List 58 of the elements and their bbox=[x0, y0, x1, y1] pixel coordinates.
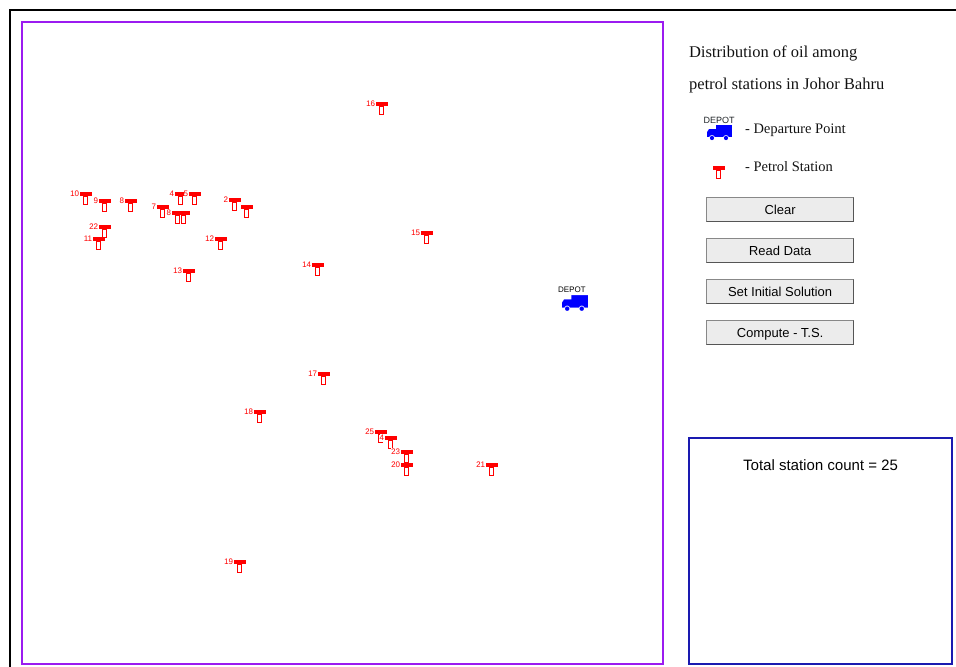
petrol-pump-icon bbox=[254, 410, 266, 423]
station-label: 5 bbox=[184, 190, 189, 198]
truck-icon bbox=[706, 125, 732, 141]
station-label: 20 bbox=[391, 461, 401, 469]
petrol-pump-icon bbox=[385, 436, 397, 449]
station-label: 11 bbox=[84, 235, 93, 243]
panel-title: Distribution of oil among petrol stations in Johor Bahru bbox=[689, 41, 886, 95]
petrol-pump-icon bbox=[99, 225, 111, 238]
action-button[interactable]: Clear bbox=[706, 196, 854, 222]
petrol-pump-icon bbox=[234, 560, 246, 573]
truck-icon bbox=[562, 295, 588, 312]
station-label: 18 bbox=[244, 408, 254, 416]
petrol-pump-icon bbox=[93, 237, 105, 250]
station-label: 4 bbox=[380, 434, 385, 442]
action-button[interactable]: Read Data bbox=[706, 238, 854, 263]
petrol-pump-icon bbox=[421, 231, 433, 244]
petrol-pump-icon bbox=[229, 198, 241, 211]
station-label: 9 bbox=[94, 197, 99, 205]
station-label: 7 bbox=[152, 203, 157, 211]
petrol-pump-icon bbox=[189, 192, 201, 205]
result-text: Total station count = 25 bbox=[743, 457, 898, 474]
station-label: 8 bbox=[166, 209, 172, 217]
station-label: 17 bbox=[308, 370, 318, 378]
petrol-pump-icon bbox=[401, 450, 413, 463]
station-label: 8 bbox=[120, 197, 125, 205]
station-label: 23 bbox=[391, 448, 401, 456]
depot-label: DEPOT bbox=[558, 286, 586, 294]
station-label: 21 bbox=[476, 461, 486, 469]
station-label: 16 bbox=[366, 100, 376, 108]
petrol-pump-icon bbox=[312, 263, 324, 276]
legend-text: - Petrol Station bbox=[745, 158, 833, 177]
petrol-pump-icon bbox=[376, 102, 388, 115]
petrol-pump-icon bbox=[401, 463, 413, 476]
station-label: 10 bbox=[70, 190, 80, 198]
station-label: 22 bbox=[89, 223, 99, 231]
station-label: 19 bbox=[224, 558, 234, 566]
station-label: 4 bbox=[170, 190, 175, 198]
depot-caption: DEPOT bbox=[703, 116, 734, 125]
station-label: 15 bbox=[411, 229, 421, 237]
station-label: 25 bbox=[365, 428, 375, 436]
petrol-pump-icon bbox=[713, 166, 725, 179]
petrol-pump-icon bbox=[99, 199, 111, 212]
petrol-pump-icon bbox=[215, 237, 227, 250]
petrol-pump-icon bbox=[486, 463, 498, 476]
station-label: 13 bbox=[173, 267, 183, 275]
petrol-pump-icon bbox=[157, 205, 169, 218]
action-button[interactable]: Set Initial Solution bbox=[706, 278, 854, 304]
station-label: 14 bbox=[302, 261, 312, 269]
legend-text: - Departure Point bbox=[745, 120, 846, 140]
station-label: 12 bbox=[205, 235, 215, 243]
petrol-pump-icon bbox=[80, 192, 92, 205]
petrol-pump-icon bbox=[318, 372, 330, 385]
action-button[interactable]: Compute - T.S. bbox=[706, 320, 854, 345]
petrol-pump-icon bbox=[241, 205, 253, 218]
petrol-pump-icon bbox=[125, 199, 137, 212]
petrol-pump-icon bbox=[183, 269, 195, 282]
station-label: 2 bbox=[224, 196, 229, 204]
petrol-pump-icon bbox=[178, 211, 190, 224]
